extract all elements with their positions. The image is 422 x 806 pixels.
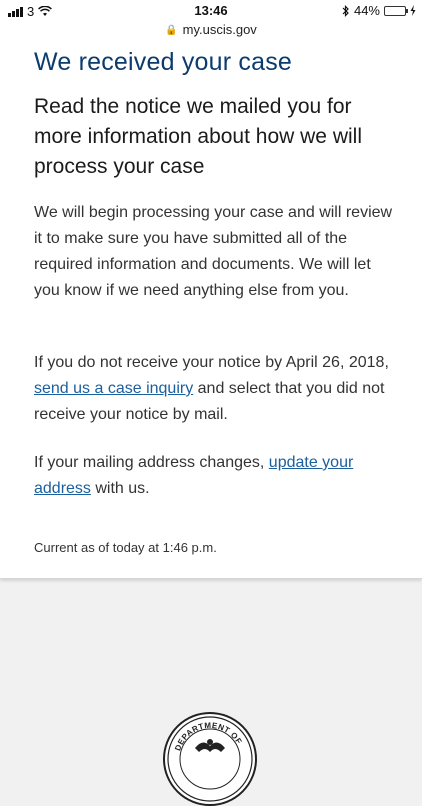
dhs-seal-graphic: DEPARTMENT OF — [167, 716, 253, 802]
address-text-before: If your mailing address changes, — [34, 454, 269, 471]
last-updated-timestamp: Current as of today at 1:46 p.m. — [34, 540, 217, 555]
status-bar-right: 44% — [342, 3, 416, 18]
url-bar[interactable]: 🔒 my.uscis.gov — [0, 22, 422, 40]
charging-bolt-icon — [410, 5, 416, 16]
status-bar: 3 13:46 44% — [0, 0, 422, 22]
notice-paragraph: If you do not receive your notice by Apr… — [34, 350, 399, 428]
battery-percent: 44% — [353, 3, 380, 18]
address-paragraph: If your mailing address changes, update … — [34, 450, 399, 502]
address-text-after: with us. — [90, 480, 150, 497]
case-status-card: We received your case Read the notice we… — [0, 40, 422, 579]
battery-icon — [384, 5, 408, 16]
bluetooth-icon — [342, 4, 349, 17]
lock-icon: 🔒 — [165, 25, 178, 36]
case-subtitle: Read the notice we mailed you for more i… — [34, 95, 362, 178]
page-title: We received your case — [34, 48, 293, 76]
case-description: We will begin processing your case and w… — [34, 204, 393, 299]
dhs-seal-logo: DEPARTMENT OF — [163, 712, 257, 806]
notice-text-before: If you do not receive your notice by Apr… — [34, 354, 389, 371]
url-domain: my.uscis.gov — [182, 22, 257, 37]
case-inquiry-link[interactable]: send us a case inquiry — [34, 380, 193, 397]
